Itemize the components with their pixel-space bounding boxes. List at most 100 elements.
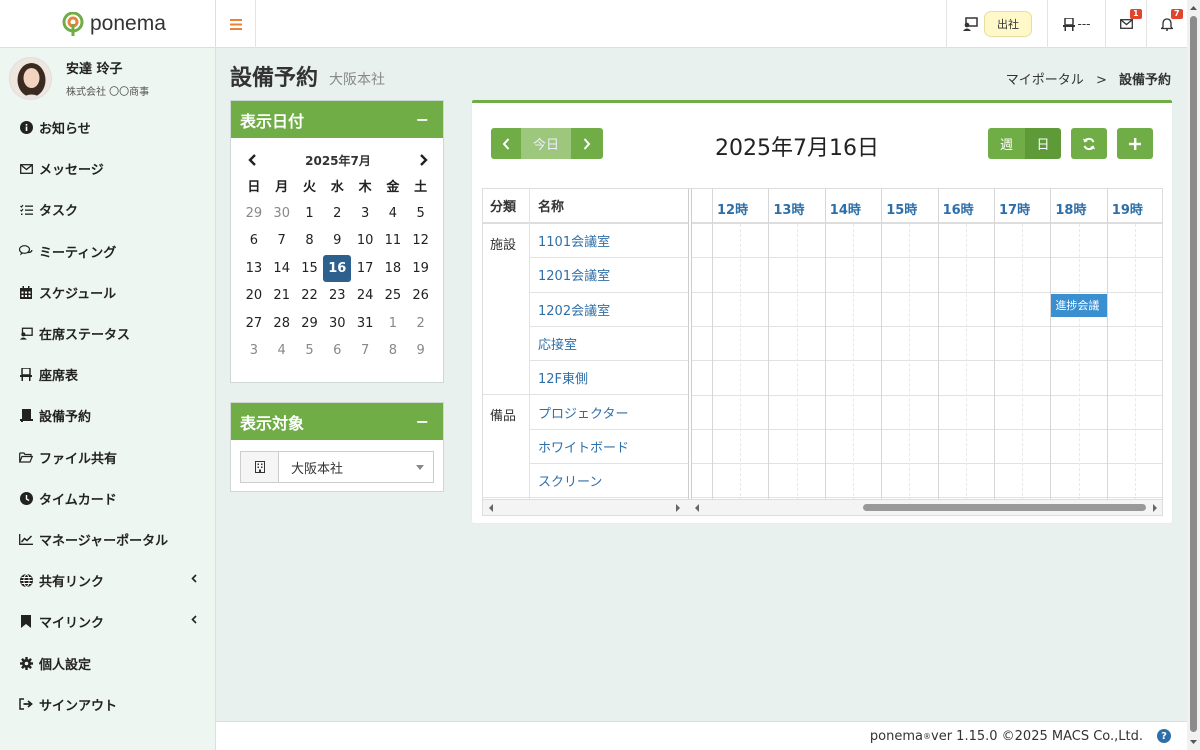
resource-name-link[interactable]: 1201会議室 [530,265,610,284]
calendar-day[interactable]: 17 [351,255,379,283]
resource-name-link[interactable]: スクリーン [530,471,602,490]
calendar-day[interactable]: 9 [407,337,435,365]
calendar-day[interactable]: 20 [240,282,268,310]
sidebar-item-tasks[interactable]: タスク [0,189,215,230]
calendar-day[interactable]: 27 [240,310,268,338]
reservation-event[interactable]: 進捗会議 [1051,293,1107,317]
next-day-button[interactable] [571,128,603,159]
sidebar-item-signout[interactable]: サインアウト [0,684,215,725]
calendar-day[interactable]: 30 [268,200,296,228]
resource-name-link[interactable]: 1101会議室 [530,231,610,250]
chevron-left-icon[interactable] [191,574,197,583]
calendar-day[interactable]: 4 [268,337,296,365]
messages-button[interactable]: 1 [1105,0,1146,48]
calendar-day[interactable]: 1 [379,310,407,338]
calendar-day[interactable]: 23 [323,282,351,310]
horizontal-scrollbar[interactable] [483,499,1162,515]
resource-name-link[interactable]: 1202会議室 [530,300,610,319]
notifications-button[interactable]: 7 [1146,0,1187,48]
scroll-right-icon[interactable] [674,503,682,513]
refresh-button[interactable] [1071,128,1107,159]
page-scrollbar-thumb[interactable] [1190,16,1197,732]
day-view-button[interactable]: 日 [1025,128,1061,159]
calendar-day[interactable]: 29 [296,310,324,338]
calendar-day[interactable]: 7 [351,337,379,365]
calendar-day[interactable]: 8 [296,227,324,255]
calendar-day[interactable]: 19 [407,255,435,283]
date-panel-collapse-button[interactable]: − [416,110,429,129]
hour-column[interactable]: 17時 [994,189,1030,501]
hour-column[interactable]: 13時 [768,189,804,501]
calendar-day[interactable]: 5 [407,200,435,228]
calendar-day[interactable]: 6 [323,337,351,365]
week-view-button[interactable]: 週 [988,128,1025,159]
hour-column[interactable]: 16時 [937,189,974,501]
prev-day-button[interactable] [491,128,521,159]
calendar-day[interactable]: 28 [268,310,296,338]
sidebar-item-chat[interactable]: ミーティング [0,231,215,272]
resource-name-link[interactable]: プロジェクター [530,403,628,422]
app-logo[interactable]: ponema [0,0,215,48]
sidebar-item-presence[interactable]: 在席ステータス [0,313,215,354]
calendar-day[interactable]: 3 [240,337,268,365]
calendar-day[interactable]: 3 [351,200,379,228]
calendar-day[interactable]: 6 [240,227,268,255]
prev-month-icon[interactable] [247,154,257,166]
sidebar-item-equipment[interactable]: 設備予約 [0,395,215,436]
calendar-day[interactable]: 8 [379,337,407,365]
sidebar-item-info[interactable]: お知らせ [0,107,215,148]
seat-button[interactable]: --- [1047,0,1105,48]
timeline-scroll-right-icon[interactable] [1151,503,1159,513]
resource-name-link[interactable]: ホワイトボード [530,437,629,456]
user-profile[interactable]: 安達 玲子 株式会社 〇〇商事 [0,49,215,107]
calendar-day[interactable]: 4 [379,200,407,228]
hour-column[interactable]: 19時 [1106,189,1143,501]
menu-toggle-button[interactable] [216,0,256,48]
add-reservation-button[interactable] [1117,128,1153,159]
sidebar-item-folder[interactable]: ファイル共有 [0,437,215,478]
calendar-day[interactable]: 2 [407,310,435,338]
sidebar-item-bookmark[interactable]: マイリンク [0,601,215,642]
chevron-left-icon[interactable] [191,615,197,624]
calendar-day[interactable]: 2 [323,200,351,228]
calendar-day[interactable]: 7 [268,227,296,255]
calendar-day[interactable]: 14 [268,255,296,283]
sidebar-item-clock[interactable]: タイムカード [0,478,215,519]
resource-name-link[interactable]: 応接室 [530,334,577,353]
timeline-scroll-left-icon[interactable] [693,503,701,513]
calendar-day[interactable]: 16 [323,254,352,282]
calendar-day[interactable]: 25 [379,282,407,310]
calendar-day[interactable]: 18 [379,255,407,283]
timeline-scroll-thumb[interactable] [863,504,1146,511]
sidebar-item-seat[interactable]: 座席表 [0,354,215,395]
calendar-day[interactable]: 13 [240,255,268,283]
help-icon[interactable]: ? [1157,729,1171,743]
sidebar-item-globe[interactable]: 共有リンク [0,560,215,601]
breadcrumb-home[interactable]: マイポータル [1006,73,1084,88]
resource-name-link[interactable]: 12F東側 [530,368,588,387]
calendar-day[interactable]: 10 [351,227,379,255]
calendar-day[interactable]: 1 [296,200,324,228]
calendar-day[interactable]: 26 [407,282,435,310]
hour-column[interactable]: 18時 [1050,189,1086,501]
page-scrollbar[interactable] [1187,0,1200,750]
target-select[interactable]: 大阪本社 [240,451,434,483]
calendar-day[interactable]: 15 [296,255,324,283]
scroll-left-icon[interactable] [487,503,495,513]
scroll-down-icon[interactable] [1187,736,1200,748]
calendar-day[interactable]: 21 [268,282,296,310]
presence-status-button[interactable]: 出社 [946,0,1047,48]
scroll-up-icon[interactable] [1187,2,1200,14]
calendar-day[interactable]: 11 [379,227,407,255]
calendar-day[interactable]: 24 [351,282,379,310]
calendar-day[interactable]: 22 [296,282,324,310]
sidebar-item-chart[interactable]: マネージャーポータル [0,519,215,560]
today-button[interactable]: 今日 [521,128,571,159]
calendar-day[interactable]: 9 [323,227,351,255]
hour-column[interactable]: 15時 [881,189,917,501]
hour-column[interactable]: 12時 [712,189,748,501]
next-month-icon[interactable] [419,154,429,166]
calendar-day[interactable]: 31 [351,310,379,338]
calendar-day[interactable]: 12 [407,227,435,255]
hour-column[interactable]: 14時 [824,189,861,501]
